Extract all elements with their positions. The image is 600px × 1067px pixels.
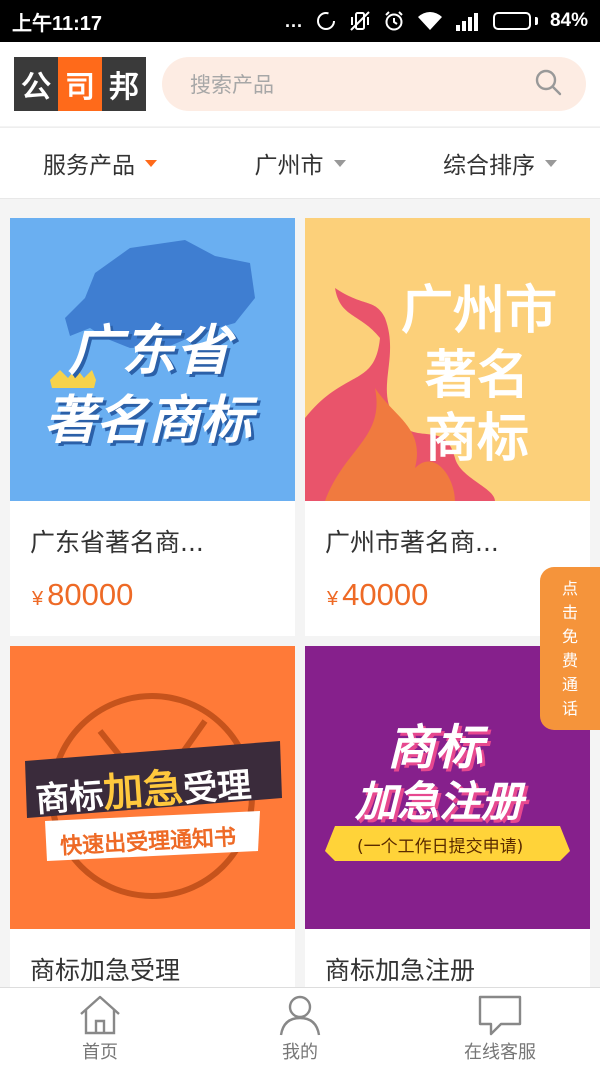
product-title: 广州市著名商... — [325, 528, 499, 557]
battery-indicator — [492, 12, 538, 30]
call-char: 费 — [561, 650, 578, 670]
call-char: 通 — [561, 674, 578, 694]
signal-icon — [455, 10, 481, 32]
nav-label: 首页 — [82, 1042, 118, 1063]
dropdown-arrow-icon — [545, 159, 557, 167]
logo-char-1: 公 — [14, 57, 58, 111]
app-header: 公 司 邦 搜索产品 — [0, 42, 600, 126]
product-title: 商标加急受理 — [30, 956, 181, 985]
dropdown-arrow-icon — [145, 159, 157, 167]
bottom-nav: 首页 我的 在线客服 — [0, 987, 600, 1067]
filter-label: 广州市 — [254, 153, 324, 179]
product-image: 广州市 著名 商标 — [305, 218, 590, 501]
battery-percent: 84% — [549, 10, 588, 31]
image-headline: 广东省 — [68, 319, 230, 382]
free-call-button[interactable]: 点 击 免 费 通 话 — [540, 567, 600, 730]
battery-icon — [492, 12, 531, 30]
alarm-icon — [383, 10, 405, 32]
product-image: 商标加急受理 快速出受理通知书 — [10, 646, 295, 929]
filter-service-products[interactable]: 服务产品 — [0, 146, 200, 180]
call-char: 点 — [561, 578, 578, 598]
nav-support[interactable]: 在线客服 — [400, 988, 600, 1067]
image-headline: 广州市 — [401, 281, 558, 341]
sync-icon — [315, 10, 337, 32]
nav-label: 在线客服 — [464, 1042, 536, 1063]
product-card[interactable]: 广东省 著名商标 广东省著名商... ¥80000 — [10, 218, 295, 636]
vibrate-off-icon — [349, 10, 371, 32]
nav-label: 我的 — [282, 1042, 318, 1063]
company-logo[interactable]: 公 司 邦 — [14, 57, 146, 111]
status-bar: 上午11:17 ... 84% — [0, 0, 600, 42]
filter-sort[interactable]: 综合排序 — [400, 146, 600, 180]
filter-label: 服务产品 — [43, 153, 135, 179]
call-char: 击 — [561, 602, 578, 622]
dropdown-arrow-icon — [333, 159, 346, 167]
product-price: ¥80000 — [32, 577, 134, 612]
chat-icon — [478, 995, 522, 1036]
filter-label: 综合排序 — [443, 153, 535, 179]
search-icon[interactable] — [534, 68, 562, 100]
status-time: 上午11:17 — [12, 12, 103, 35]
nav-mine[interactable]: 我的 — [200, 988, 400, 1067]
status-icons: ... 84% — [285, 10, 588, 32]
image-caption: (一个工作日提交申请) — [357, 837, 524, 857]
logo-char-2: 司 — [58, 57, 102, 111]
product-grid: 广东省 著名商标 广东省著名商... ¥80000 广州市 著名 商标 广州市著… — [10, 218, 590, 1064]
wifi-icon — [417, 10, 443, 32]
call-char: 免 — [561, 626, 578, 646]
nav-home[interactable]: 首页 — [0, 988, 200, 1067]
product-title: 广东省著名商... — [30, 528, 204, 557]
search-placeholder: 搜索产品 — [190, 73, 274, 97]
product-image: 广东省 著名商标 — [10, 218, 295, 501]
filter-city[interactable]: 广州市 — [200, 146, 400, 180]
logo-char-3: 邦 — [102, 57, 146, 111]
image-subline: 商标 — [425, 409, 530, 469]
more-dots: ... — [284, 10, 303, 31]
filter-bar: 服务产品 广州市 综合排序 — [0, 127, 600, 199]
user-icon — [279, 995, 321, 1036]
search-bar[interactable]: 搜索产品 — [162, 57, 586, 111]
image-subline: 加急注册 — [355, 777, 524, 826]
call-char: 话 — [561, 698, 578, 718]
product-title: 商标加急注册 — [325, 956, 476, 985]
image-subline: 著名商标 — [44, 391, 253, 451]
home-icon — [80, 995, 120, 1035]
